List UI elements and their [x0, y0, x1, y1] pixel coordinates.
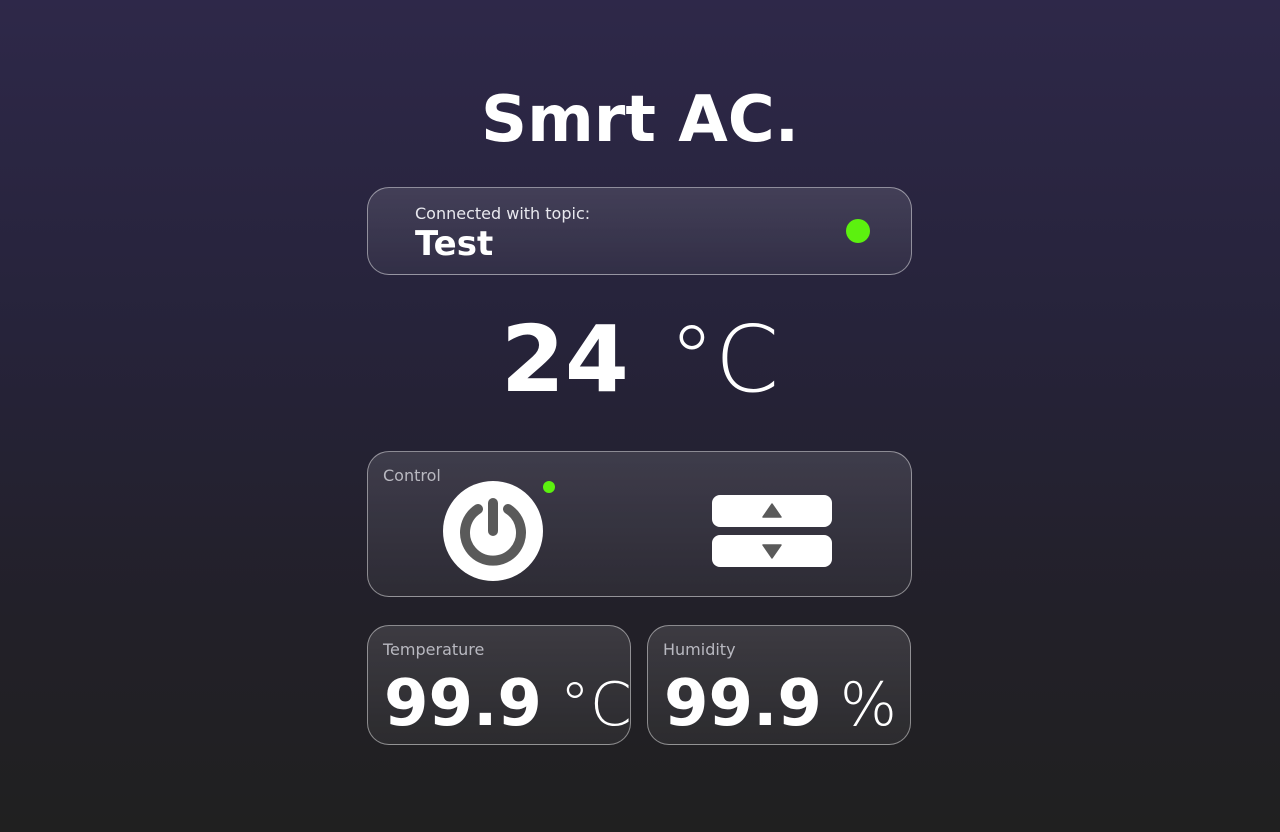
triangle-down-icon — [762, 544, 782, 559]
control-card: Control — [367, 451, 912, 597]
temperature-reading: 99.9 °C — [384, 666, 632, 743]
power-button[interactable] — [443, 481, 543, 581]
power-icon — [460, 498, 526, 566]
connection-card: Connected with topic: Test — [367, 187, 912, 275]
temperature-label: Temperature — [383, 640, 485, 659]
humidity-value: 99.9 — [664, 667, 822, 741]
setpoint-unit: °C — [668, 306, 780, 413]
triangle-up-icon — [762, 503, 782, 518]
control-label: Control — [383, 466, 441, 485]
topic-name: Test — [415, 224, 494, 264]
setpoint-value: 24 — [500, 306, 629, 413]
connection-label: Connected with topic: — [415, 204, 591, 223]
humidity-card: Humidity 99.9% — [647, 625, 911, 745]
temperature-unit: °C — [559, 670, 632, 740]
temperature-down-button[interactable] — [712, 535, 832, 567]
humidity-reading: 99.9% — [664, 666, 897, 743]
humidity-unit: % — [839, 670, 897, 740]
connection-status-indicator — [846, 219, 870, 243]
app-title: Smrt AC. — [480, 83, 800, 157]
temperature-value: 99.9 — [384, 667, 542, 741]
power-status-indicator — [543, 481, 555, 493]
temperature-card: Temperature 99.9 °C — [367, 625, 632, 745]
humidity-label: Humidity — [663, 640, 736, 659]
setpoint-display: 24 °C — [0, 310, 1280, 410]
temperature-up-button[interactable] — [712, 495, 832, 527]
